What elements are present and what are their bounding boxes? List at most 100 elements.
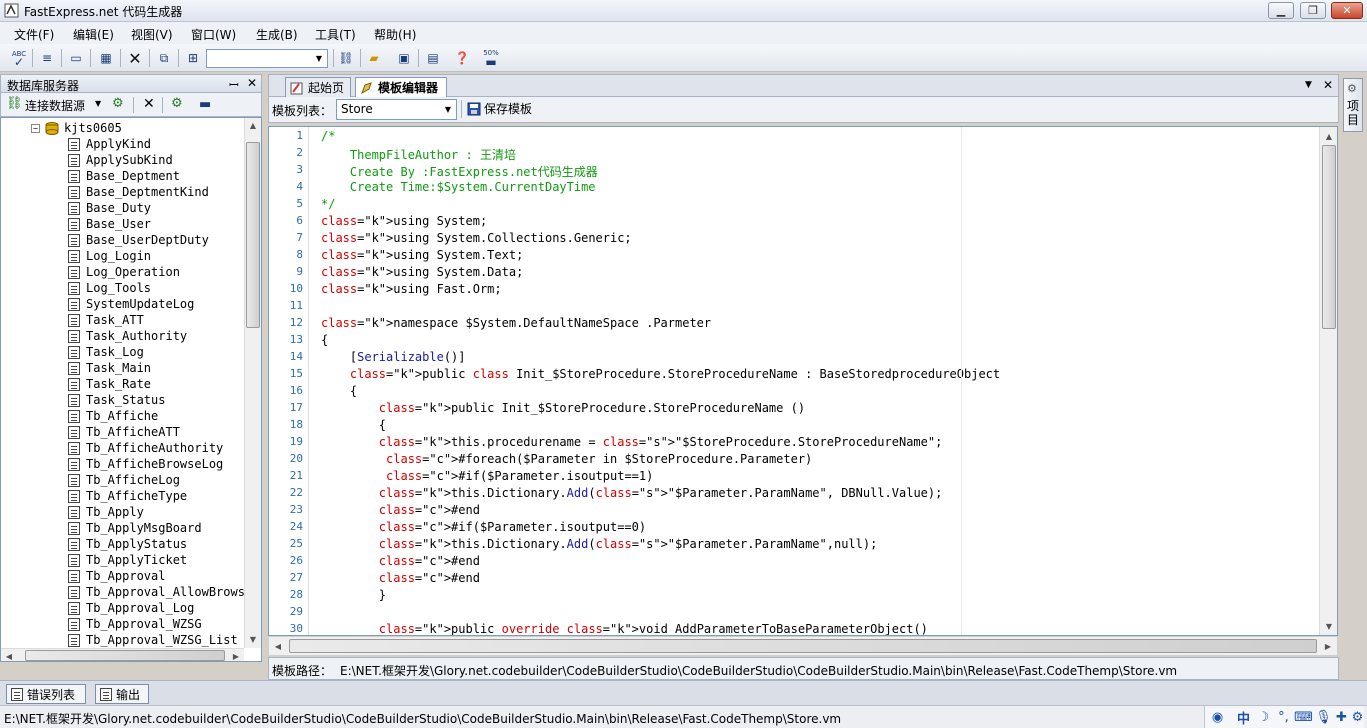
close-button[interactable]: ✕	[1331, 2, 1363, 19]
tab-error-list[interactable]: 错误列表	[6, 684, 86, 704]
tree-table-item[interactable]: Base_Duty	[68, 200, 151, 216]
tree-table-item[interactable]: ApplySubKind	[68, 152, 173, 168]
scroll-up-icon[interactable]: ▲	[1324, 131, 1334, 141]
code-line[interactable]: class="k">using System.Data;	[321, 265, 523, 279]
tab-output[interactable]: 输出	[95, 684, 149, 704]
tree-table-item[interactable]: Log_Login	[68, 248, 151, 264]
hscroll-thumb[interactable]	[25, 650, 225, 661]
code-line[interactable]: class="k">using Fast.Orm;	[321, 282, 502, 296]
scroll-down-icon[interactable]: ▼	[1324, 621, 1334, 631]
tree-table-item[interactable]: Task_Authority	[68, 328, 187, 344]
tab-start-page[interactable]: 起始页	[285, 77, 351, 97]
tree-table-item[interactable]: Task_ATT	[68, 312, 144, 328]
code-line[interactable]: class="k">this.Dictionary.Add(class="s">…	[321, 486, 943, 500]
grid-icon[interactable]: ▦	[96, 48, 116, 68]
tree-table-item[interactable]: Task_Main	[68, 360, 151, 376]
code-line[interactable]: Create By :FastExpress.net代码生成器	[321, 163, 598, 180]
tree-table-item[interactable]: Tb_ApplyStatus	[68, 536, 187, 552]
toolbar-combo[interactable]: ▼	[206, 49, 328, 68]
tree-table-item[interactable]: Tb_AfficheBrowseLog	[68, 456, 223, 472]
align-icon[interactable]: ≡	[37, 48, 57, 68]
keyboard-icon[interactable]: ⌨	[1294, 708, 1313, 726]
chevron-down-icon[interactable]: ▼	[440, 100, 456, 119]
code-line[interactable]: class="k">namespace $System.DefaultNameS…	[321, 316, 711, 330]
spellcheck-icon[interactable]: ABC ✓	[9, 48, 29, 68]
connect-icon[interactable]: ⛓	[336, 48, 356, 68]
tree-table-item[interactable]: Log_Tools	[68, 280, 151, 296]
menu-edit[interactable]: 编辑(E)	[73, 26, 114, 43]
editor-hscrollbar[interactable]: ◀ ▶	[268, 636, 1338, 656]
scroll-up-icon[interactable]: ▲	[248, 120, 258, 130]
settings-icon[interactable]: ⚙	[1349, 708, 1366, 726]
ime-lang[interactable]: 中	[1235, 708, 1252, 727]
code-line[interactable]: class="c">#if($Parameter.isoutput==1)	[321, 469, 653, 483]
refresh-db-icon[interactable]: ⚙	[112, 96, 124, 111]
code-line[interactable]: class="k">this.procedurename = class="s"…	[321, 435, 943, 449]
punctuation-icon[interactable]: °,	[1275, 708, 1292, 726]
code-line[interactable]: class="k">public class Init_$StoreProced…	[321, 367, 1000, 381]
menu-view[interactable]: 视图(V)	[131, 26, 173, 43]
scroll-left-icon[interactable]: ◀	[4, 651, 14, 661]
code-line[interactable]: {	[321, 418, 386, 432]
scroll-thumb[interactable]	[246, 142, 260, 328]
tree-table-item[interactable]: Base_User	[68, 216, 151, 232]
tree-table-item[interactable]: Log_Operation	[68, 264, 180, 280]
code-line[interactable]: class="k">using System.Collections.Gener…	[321, 231, 632, 245]
tree-table-item[interactable]: Tb_AfficheLog	[68, 472, 180, 488]
code-line[interactable]: ThempFileAuthor : 王清培	[321, 146, 516, 163]
editor-scroll-thumb[interactable]	[1322, 145, 1336, 329]
tree-table-item[interactable]: Tb_AfficheType	[68, 488, 187, 504]
code-line[interactable]: /*	[321, 129, 335, 143]
scroll-right-icon[interactable]: ▶	[231, 651, 241, 661]
code-line[interactable]: class="c">#if($Parameter.isoutput==0)	[321, 520, 646, 534]
connect-source-button[interactable]: 连接数据源	[25, 97, 85, 114]
tree-scrollbar[interactable]: ▲ ▼	[244, 118, 261, 648]
code-line[interactable]: {	[321, 333, 328, 347]
code-line[interactable]: class="c">#end	[321, 554, 480, 568]
save-template-button[interactable]: 保存模板	[467, 100, 532, 117]
template-select[interactable]: Store ▼	[336, 99, 457, 120]
code-line[interactable]: class="k">using System.Text;	[321, 248, 523, 262]
editor-hscroll-thumb[interactable]	[289, 639, 1317, 653]
code-line[interactable]: class="k">public override class="k">void…	[321, 622, 928, 635]
tree-root[interactable]: − kjts0605	[31, 120, 122, 136]
tree-table-item[interactable]: Tb_Approval_WZSG_List	[68, 632, 238, 648]
code-line[interactable]: Create Time:$System.CurrentDayTime	[321, 180, 596, 194]
ime-logo-icon[interactable]: ◉	[1209, 708, 1226, 726]
help-icon[interactable]: ❓	[452, 48, 472, 68]
chevron-down-icon[interactable]: ▼	[95, 99, 101, 108]
restore-button[interactable]: ❐	[1300, 2, 1326, 19]
code-line[interactable]: class="k">using System;	[321, 214, 487, 228]
tree-table-item[interactable]: Tb_Approval_WZSG	[68, 616, 202, 632]
tree-hscrollbar[interactable]: ◀ ▶	[1, 648, 244, 661]
minimize-button[interactable]: ▁	[1268, 2, 1294, 19]
tree-icon[interactable]: ⊞	[183, 48, 203, 68]
editor-scrollbar[interactable]: ▲ ▼	[1319, 127, 1337, 635]
collapse-icon[interactable]: −	[31, 123, 40, 133]
tree-table-item[interactable]: Base_DeptmentKind	[68, 184, 209, 200]
list-view-icon[interactable]: ▬	[199, 97, 211, 112]
code-line[interactable]: class="k">this.Dictionary.Add(class="s">…	[321, 537, 878, 551]
tree-table-item[interactable]: Tb_AfficheAuthority	[68, 440, 223, 456]
folder-icon[interactable]: ▰	[364, 48, 384, 68]
screen-icon[interactable]: ▣	[394, 48, 414, 68]
menu-tools[interactable]: 工具(T)	[315, 26, 356, 43]
tree-table-item[interactable]: Tb_Apply	[68, 504, 144, 520]
menu-window[interactable]: 窗口(W)	[191, 26, 236, 43]
tree-table-item[interactable]: Base_Deptment	[68, 168, 180, 184]
shirt-icon[interactable]: ✚	[1333, 708, 1350, 726]
tree-table-item[interactable]: Base_UserDeptDuty	[68, 232, 209, 248]
scroll-right-icon[interactable]: ▶	[1323, 641, 1333, 651]
tree-table-item[interactable]: ApplyKind	[68, 136, 151, 152]
menu-help[interactable]: 帮助(H)	[374, 26, 416, 43]
moon-icon[interactable]: ☽	[1255, 708, 1272, 726]
save-all-icon[interactable]: ⧉	[154, 48, 174, 68]
calculator-icon[interactable]: ▤	[423, 48, 443, 68]
code-line[interactable]: {	[321, 384, 357, 398]
scroll-left-icon[interactable]: ◀	[273, 641, 283, 651]
code-line[interactable]: class="k">public Init_$StoreProcedure.St…	[321, 401, 805, 415]
code-line[interactable]: [Serializable()]	[321, 350, 466, 364]
scroll-down-icon[interactable]: ▼	[248, 634, 258, 644]
chevron-down-icon[interactable]: ▼	[311, 50, 327, 67]
tree-table-item[interactable]: Task_Rate	[68, 376, 151, 392]
